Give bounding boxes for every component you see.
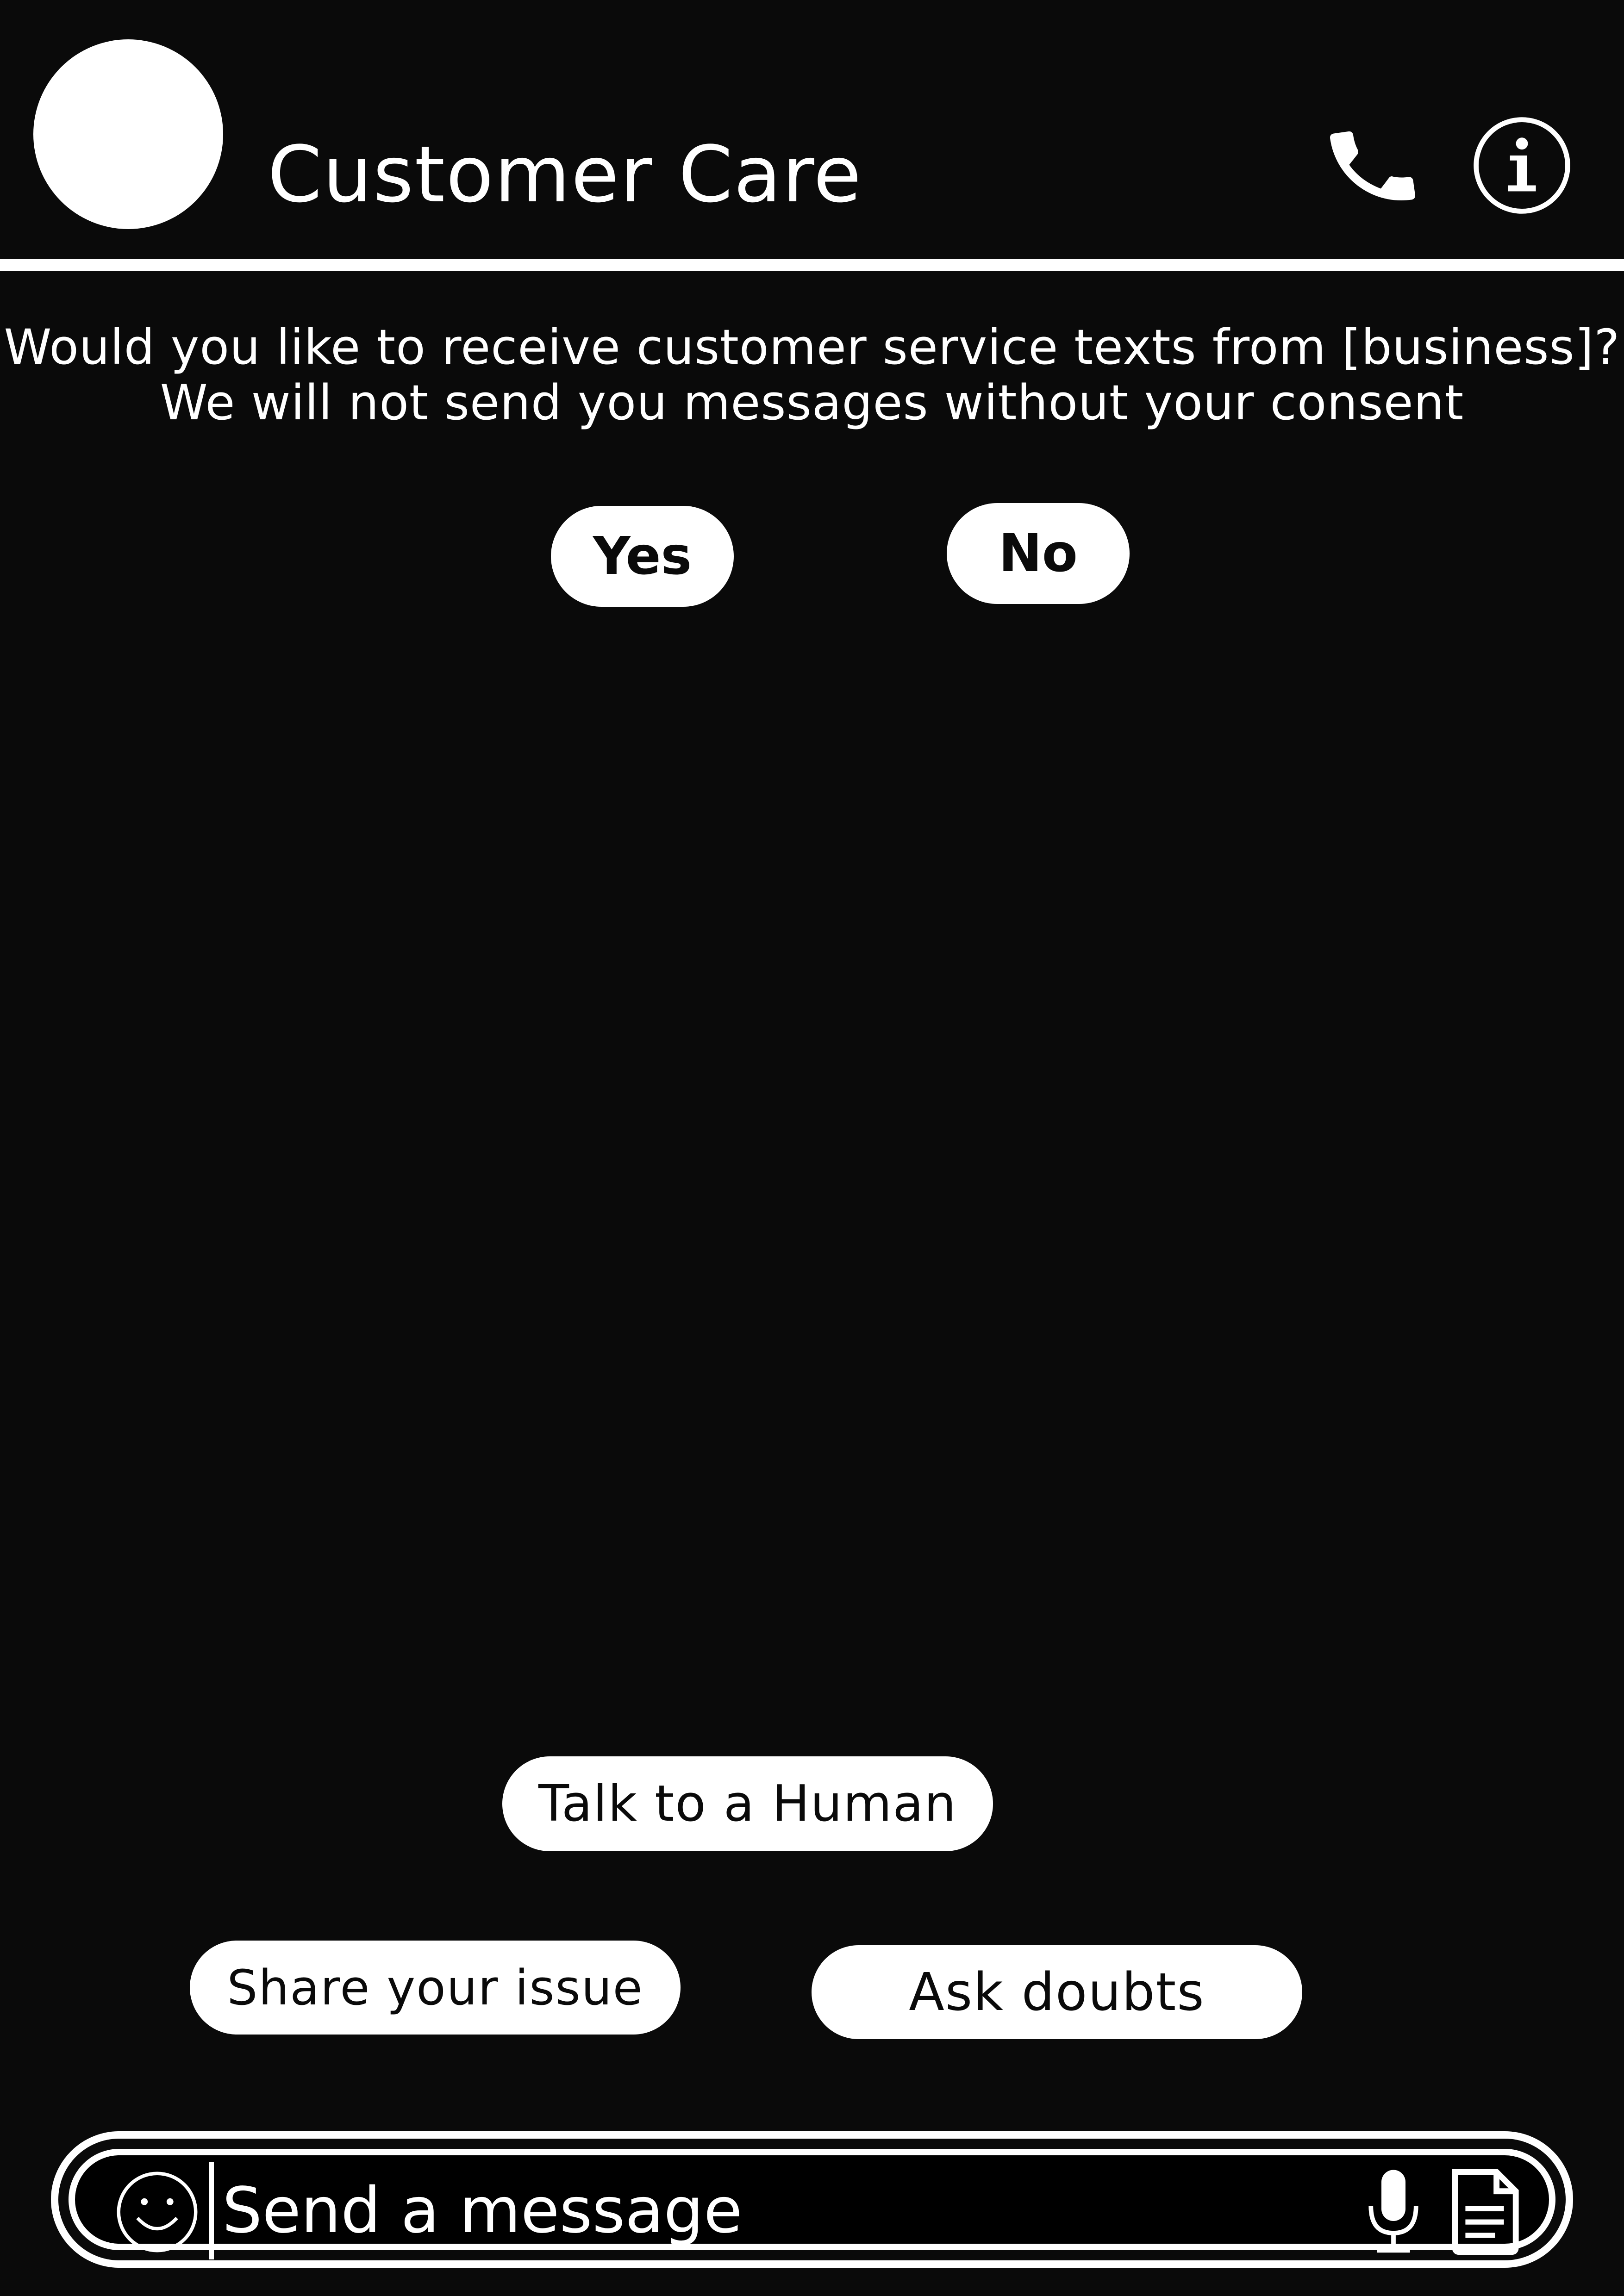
- page-title: Customer Care: [268, 129, 862, 220]
- microphone-icon: [1368, 2170, 1418, 2253]
- share-issue-button[interactable]: Share your issue: [190, 1941, 681, 2035]
- talk-to-human-button[interactable]: Talk to a Human: [502, 1756, 993, 1851]
- emoji-button[interactable]: [114, 2169, 200, 2255]
- attach-button[interactable]: [1448, 2167, 1522, 2257]
- document-icon: [1452, 2169, 1519, 2255]
- avatar[interactable]: [33, 39, 223, 229]
- no-button[interactable]: No: [947, 503, 1130, 604]
- message-composer: [51, 2131, 1573, 2268]
- chat-header: Customer Care: [0, 0, 1624, 259]
- composer-field: [69, 2149, 1555, 2259]
- ask-doubts-button[interactable]: Ask doubts: [812, 1945, 1302, 2039]
- info-button[interactable]: [1472, 116, 1572, 215]
- message-input[interactable]: [222, 2165, 1287, 2257]
- header-divider: [0, 259, 1624, 271]
- info-icon: [1474, 117, 1570, 214]
- voice-button[interactable]: [1363, 2167, 1424, 2257]
- call-button[interactable]: [1322, 116, 1424, 218]
- smiley-icon: [117, 2172, 198, 2252]
- consent-line-2: We will not send you messages without yo…: [160, 374, 1464, 431]
- consent-line-1: Would you like to receive customer servi…: [4, 319, 1620, 375]
- phone-icon: [1330, 131, 1416, 200]
- yes-button[interactable]: Yes: [551, 506, 734, 607]
- consent-prompt: Would you like to receive customer servi…: [0, 319, 1624, 430]
- text-caret: [209, 2162, 214, 2259]
